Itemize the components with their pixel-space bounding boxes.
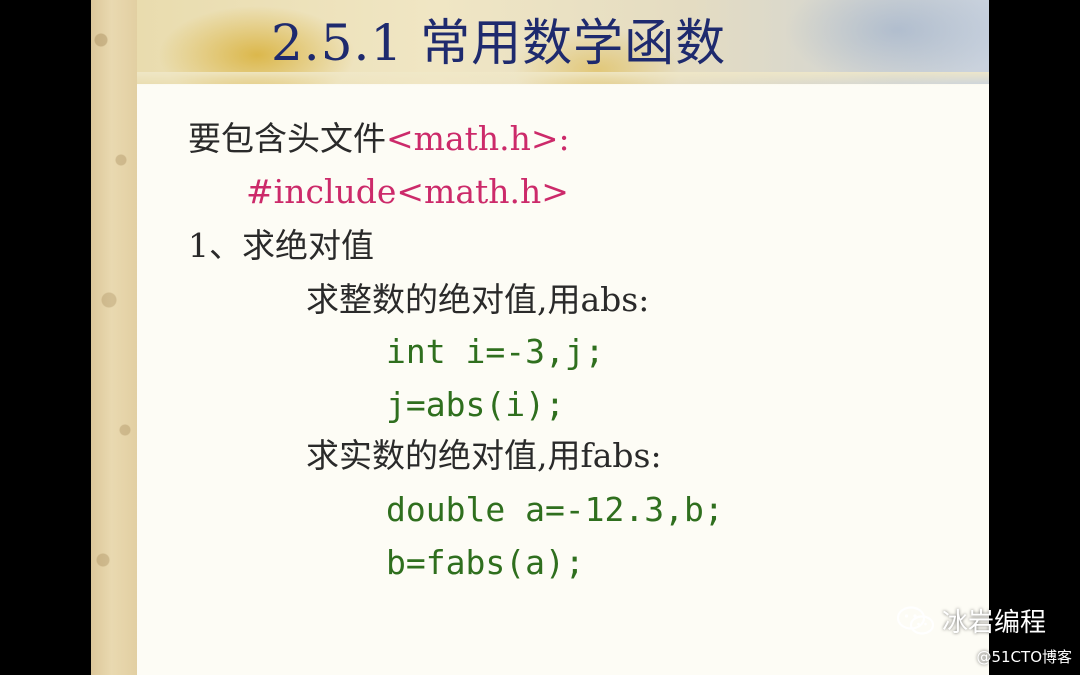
parchment-strip <box>91 0 137 675</box>
watermark: 冰岩编程 <box>896 602 1046 639</box>
include-directive: #include<math.h> <box>246 172 569 211</box>
float-code-line-1: double a=-12.3,b; <box>386 490 724 529</box>
header-file-line: 要包含头文件<math.h>: <box>188 117 570 161</box>
header-file-label: 要包含头文件 <box>188 119 386 158</box>
int-code-line-1: int i=-3,j; <box>386 332 605 371</box>
slide-title: 2.5.1 常用数学函数 <box>271 14 727 72</box>
source-credit: @51CTO博客 <box>976 648 1072 666</box>
float-abs-subheading: 求实数的绝对值,用fabs: <box>306 436 662 475</box>
wechat-icon <box>896 605 935 635</box>
watermark-account: 冰岩编程 <box>941 608 1046 638</box>
float-code-line-2: b=fabs(a); <box>386 543 585 582</box>
int-code-line-2: j=abs(i); <box>386 385 565 424</box>
header-file-name: <math.h>: <box>386 119 570 158</box>
section-heading: 1、求绝对值 <box>188 226 374 265</box>
int-abs-subheading: 求整数的绝对值,用abs: <box>306 280 650 319</box>
